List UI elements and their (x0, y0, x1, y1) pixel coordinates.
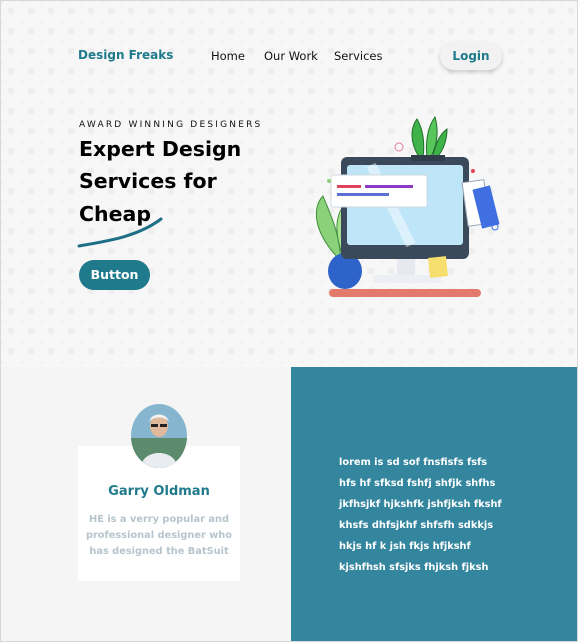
computer-illustration-icon (315, 115, 500, 297)
hero-headline-line2: Services for (79, 169, 217, 193)
nav-services[interactable]: Services (334, 49, 383, 63)
underline-swoosh-icon (77, 217, 163, 248)
panel-line: khsfs dhfsjkhf shfsfh sdkkjs (339, 520, 494, 531)
panel-line: hfs hf sfksd fshfj shfjk shfhs (339, 478, 496, 489)
brand-logo[interactable]: Design Freaks (78, 48, 173, 62)
page: Design Freaks Home Our Work Services Log… (0, 0, 578, 642)
profile-bio: HE is a verry popular and professional d… (83, 512, 235, 560)
profile-bio-line: has designed the BatSuit (89, 546, 229, 557)
profile-bio-line: professional designer who (85, 530, 233, 541)
profile-bio-line: HE is a verry popular and (89, 514, 229, 525)
hero-headline-line1: Expert Design (79, 137, 242, 161)
login-button[interactable]: Login (440, 42, 502, 70)
panel-line: lorem is sd sof fnsfisfs fsfs (339, 457, 488, 468)
hero-section: Design Freaks Home Our Work Services Log… (1, 1, 577, 367)
hero-cta-button[interactable]: Button (79, 260, 150, 290)
avatar (131, 404, 187, 468)
panel-line: jkfhsjkf hjkshfk jshfjksh fkshf (339, 499, 502, 510)
nav-our-work[interactable]: Our Work (264, 49, 318, 63)
panel-line: kjshfhsh sfsjks fhjksh fjksh (339, 562, 489, 573)
panel-paragraph: lorem is sd sof fnsfisfs fsfs hfs hf sfk… (339, 452, 539, 578)
profile-name: Garry Oldman (108, 484, 210, 499)
hero-kicker: AWARD WINNING DESIGNERS (79, 120, 263, 130)
nav-home[interactable]: Home (211, 49, 245, 63)
panel-line: hkjs hf k jsh fkjs hfjkshf (339, 541, 471, 552)
